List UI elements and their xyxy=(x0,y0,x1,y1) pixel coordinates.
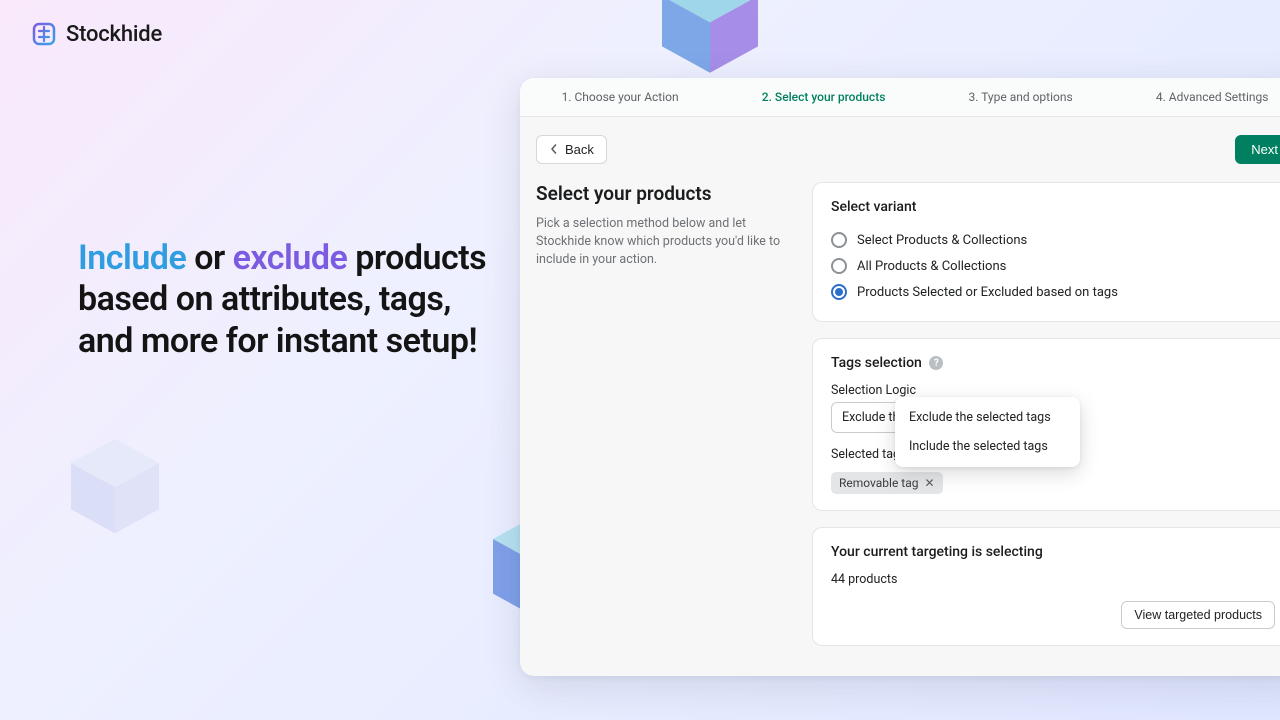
brand-logo: Stockhide xyxy=(30,20,162,48)
radio-icon xyxy=(831,258,847,274)
wizard-toolbar: Back Next xyxy=(520,117,1280,164)
decorative-cube-icon xyxy=(650,0,770,80)
variant-option-label: Products Selected or Excluded based on t… xyxy=(857,285,1118,300)
logic-option-exclude[interactable]: Exclude the selected tags xyxy=(895,403,1080,432)
chevron-left-icon xyxy=(549,142,559,157)
view-targeted-button[interactable]: View targeted products xyxy=(1121,601,1275,629)
variant-option-products-collections[interactable]: Select Products & Collections xyxy=(831,227,1275,253)
variant-option-label: Select Products & Collections xyxy=(857,233,1027,248)
variant-option-all[interactable]: All Products & Collections xyxy=(831,253,1275,279)
page-description: Pick a selection method below and let St… xyxy=(536,215,784,269)
app-window: 1. Choose your Action 2. Select your pro… xyxy=(520,78,1280,676)
wizard-step-2[interactable]: 2. Select your products xyxy=(720,78,927,116)
wizard-step-4[interactable]: 4. Advanced Settings xyxy=(1114,78,1280,116)
next-button[interactable]: Next xyxy=(1235,135,1280,164)
remove-tag-icon[interactable]: ✕ xyxy=(924,476,934,490)
back-button-label: Back xyxy=(565,142,594,157)
wizard-step-3[interactable]: 3. Type and options xyxy=(927,78,1114,116)
targeting-card-title: Your current targeting is selecting xyxy=(831,544,1275,560)
variant-option-label: All Products & Collections xyxy=(857,259,1006,274)
variant-card: Select variant Select Products & Collect… xyxy=(812,182,1280,322)
variant-card-title: Select variant xyxy=(831,199,1275,215)
help-icon[interactable]: ? xyxy=(929,356,943,370)
tag-chip: Removable tag ✕ xyxy=(831,472,943,494)
brand-mark-icon xyxy=(30,20,58,48)
targeting-card: Your current targeting is selecting 44 p… xyxy=(812,527,1280,646)
brand-name: Stockhide xyxy=(66,22,162,47)
page-title: Select your products xyxy=(536,182,784,205)
logic-option-include[interactable]: Include the selected tags xyxy=(895,432,1080,461)
back-button[interactable]: Back xyxy=(536,135,607,164)
wizard-step-1[interactable]: 1. Choose your Action xyxy=(520,78,720,116)
selection-logic-dropdown: Exclude the selected tags Include the se… xyxy=(895,397,1080,467)
tag-chip-label: Removable tag xyxy=(839,476,918,490)
tags-card-title: Tags selection ? xyxy=(831,355,1275,371)
decorative-cube-icon xyxy=(60,430,170,540)
variant-option-tags[interactable]: Products Selected or Excluded based on t… xyxy=(831,279,1275,305)
selection-logic-label: Selection Logic xyxy=(831,383,1275,398)
radio-icon xyxy=(831,284,847,300)
wizard-steps: 1. Choose your Action 2. Select your pro… xyxy=(520,78,1280,117)
tags-card: Tags selection ? Selection Logic Exclude… xyxy=(812,338,1280,511)
marketing-headline: Include or exclude products based on att… xyxy=(78,238,498,362)
radio-icon xyxy=(831,232,847,248)
targeting-count: 44 products xyxy=(831,572,1275,587)
